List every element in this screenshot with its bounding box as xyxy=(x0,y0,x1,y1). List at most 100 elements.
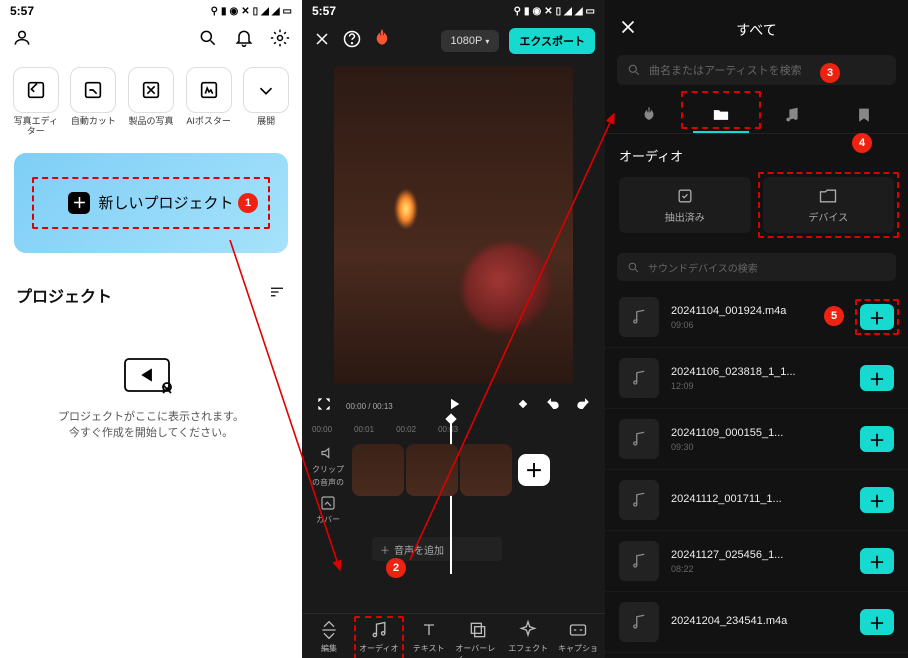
list-item[interactable]: 20241112_001711_1... ＋ xyxy=(605,470,908,531)
status-bar: 5:57 ⚲▮◉✕▯◢◢▭ xyxy=(0,0,302,20)
video-preview[interactable] xyxy=(334,66,573,384)
playhead[interactable] xyxy=(450,419,452,574)
new-project-card[interactable]: ＋ 新しいプロジェクト 1 xyxy=(14,153,288,253)
home-panel: 5:57 ⚲▮◉✕▯◢◢▭ 写真エディター 自動カット 製品の写真 AIポスター… xyxy=(0,0,302,658)
projects-header: プロジェクト xyxy=(0,263,302,315)
empty-state: プロジェクトがここに表示されます。今すぐ作成を開始してください。 xyxy=(0,355,302,442)
annotation-badge-4: 4 xyxy=(852,133,872,153)
music-icon xyxy=(619,419,659,459)
add-audio-button[interactable]: ＋ xyxy=(860,487,894,513)
tool-photo-editor[interactable]: 写真エディター xyxy=(10,67,62,137)
list-item[interactable]: 20241106_023818_1_1...12:09 ＋ xyxy=(605,348,908,409)
search-icon xyxy=(627,261,640,274)
source-device[interactable]: デバイス xyxy=(763,177,895,233)
add-audio-track[interactable]: ＋ 音声を追加 xyxy=(372,537,502,561)
search-input-wrapper: 曲名またはアーティストを検索 3 xyxy=(617,55,896,85)
tab-folder[interactable] xyxy=(693,99,749,133)
list-item[interactable]: 20241109_000155_1...09:30 ＋ xyxy=(605,409,908,470)
tab-bookmark[interactable] xyxy=(836,99,892,133)
clip-thumb[interactable] xyxy=(406,444,458,496)
status-bar: 5:57 ⚲▮◉✕▯◢◢▭ xyxy=(302,0,605,20)
status-time: 5:57 xyxy=(10,4,34,18)
keyframe-icon[interactable] xyxy=(515,396,531,417)
bell-icon[interactable] xyxy=(234,28,254,53)
close-icon[interactable] xyxy=(312,29,332,54)
search-icon xyxy=(627,63,641,77)
tab-music-note[interactable] xyxy=(764,99,820,133)
audio-panel: すべて 曲名またはアーティストを検索 3 オーディオ 抽出済み デバイス 4 サ… xyxy=(605,0,908,658)
tool-row: 写真エディター 自動カット 製品の写真 AIポスター 展開 xyxy=(0,61,302,143)
annotation-box-3 xyxy=(681,91,761,129)
tab-overlay[interactable]: オーバーレイ xyxy=(455,620,501,658)
add-audio-button[interactable]: ＋ xyxy=(860,426,894,452)
add-audio-button[interactable]: ＋5 xyxy=(860,304,894,330)
tab-text[interactable]: テキスト xyxy=(406,620,452,658)
device-search-wrapper: サウンドデバイスの検索 xyxy=(617,253,896,281)
expand-icon[interactable] xyxy=(316,396,332,417)
clip-thumb[interactable] xyxy=(460,444,512,496)
source-extracted[interactable]: 抽出済み xyxy=(619,177,751,233)
annotation-box-5 xyxy=(855,299,899,335)
track-row: クリップの音声の カバー ＋ xyxy=(302,438,605,531)
annotation-box-4 xyxy=(758,172,900,238)
clips[interactable]: ＋ xyxy=(352,444,550,496)
list-item[interactable]: 20241204_234541.m4a ＋ xyxy=(605,592,908,653)
tool-ai-poster[interactable]: AIポスター xyxy=(183,67,235,137)
annotation-badge-5: 5 xyxy=(824,306,844,326)
export-button[interactable]: エクスポート xyxy=(509,28,595,54)
top-actions xyxy=(0,20,302,61)
annotation-badge-2: 2 xyxy=(386,558,406,578)
add-audio-button[interactable]: ＋ xyxy=(860,365,894,391)
tab-caption[interactable]: キャプショ xyxy=(555,620,601,658)
cover-button[interactable]: カバー xyxy=(312,494,344,525)
sort-icon[interactable] xyxy=(268,283,286,306)
projects-title: プロジェクト xyxy=(16,283,112,307)
add-clip-button[interactable]: ＋ xyxy=(518,454,550,486)
undo-icon[interactable] xyxy=(545,396,561,417)
tab-effect[interactable]: エフェクト xyxy=(505,620,551,658)
audio-list: 20241104_001924.m4a09:06 ＋5 20241106_023… xyxy=(605,287,908,653)
tool-expand[interactable]: 展開 xyxy=(240,67,292,137)
editor-panel: 5:57 ⚲▮◉✕▯◢◢▭ 1080P ▾ エクスポート 00:00 / 00:… xyxy=(302,0,605,658)
search-input[interactable]: 曲名またはアーティストを検索 xyxy=(649,62,802,78)
music-icon xyxy=(619,297,659,337)
list-item[interactable]: 20241127_025456_1...08:22 ＋ xyxy=(605,531,908,592)
add-audio-button[interactable]: ＋ xyxy=(860,609,894,635)
redo-icon[interactable] xyxy=(575,396,591,417)
annotation-badge-1: 1 xyxy=(238,193,258,213)
search-icon[interactable] xyxy=(198,28,218,53)
tool-product-photo[interactable]: 製品の写真 xyxy=(125,67,177,137)
annotation-badge-3: 3 xyxy=(820,63,840,83)
tool-autocut[interactable]: 自動カット xyxy=(68,67,120,137)
tab-audio[interactable]: オーディオ xyxy=(356,620,402,658)
status-icons: ⚲▮◉✕▯◢◢▭ xyxy=(514,6,595,17)
gear-icon[interactable] xyxy=(270,28,290,53)
empty-icon xyxy=(121,355,181,399)
help-icon[interactable] xyxy=(342,29,362,54)
music-icon xyxy=(619,602,659,642)
device-search-input[interactable]: サウンドデバイスの検索 xyxy=(648,260,758,275)
clip-thumb[interactable] xyxy=(352,444,404,496)
profile-icon[interactable] xyxy=(12,28,32,53)
tab-edit[interactable]: 編集 xyxy=(306,620,352,658)
annotation-box-2 xyxy=(354,616,404,658)
music-icon xyxy=(619,480,659,520)
close-icon[interactable] xyxy=(617,16,639,43)
tab-hot[interactable] xyxy=(621,99,677,133)
editor-topbar: 1080P ▾ エクスポート xyxy=(302,20,605,62)
bottom-toolbar: 編集 オーディオ テキスト オーバーレイ エフェクト キャプショ xyxy=(302,613,605,658)
timeline-axis[interactable]: 00:0000:0100:0200:03 xyxy=(302,421,605,438)
audio-title: すべて xyxy=(649,20,864,40)
music-icon xyxy=(619,541,659,581)
clip-audio-toggle[interactable]: クリップの音声の xyxy=(312,444,344,488)
category-tabs xyxy=(605,89,908,134)
fire-icon[interactable] xyxy=(372,29,392,54)
play-icon[interactable] xyxy=(446,396,462,417)
source-row: 抽出済み デバイス 4 xyxy=(605,171,908,239)
audio-header: すべて xyxy=(605,0,908,51)
list-item[interactable]: 20241104_001924.m4a09:06 ＋5 xyxy=(605,287,908,348)
add-audio-button[interactable]: ＋ xyxy=(860,548,894,574)
status-icons: ⚲▮◉✕▯◢◢▭ xyxy=(211,6,292,17)
annotation-box-1 xyxy=(32,177,270,229)
resolution-button[interactable]: 1080P ▾ xyxy=(441,30,500,52)
